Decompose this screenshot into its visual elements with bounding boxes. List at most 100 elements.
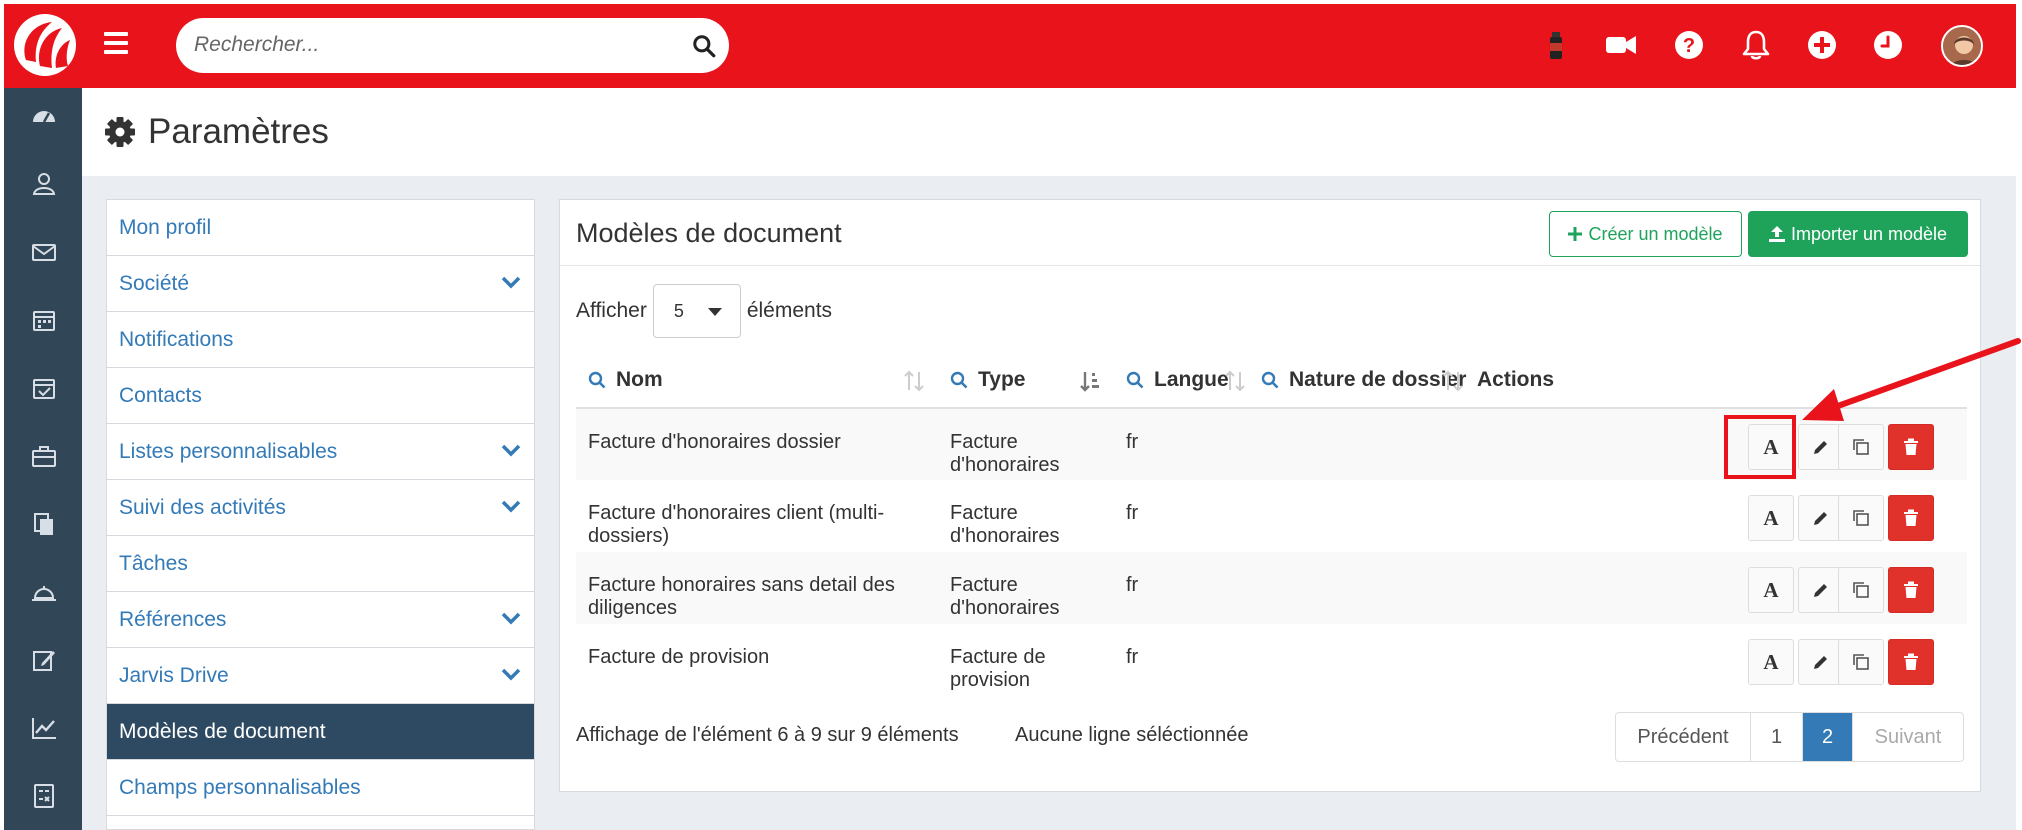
- trash-icon: [1904, 438, 1918, 455]
- menu-item-label: Mon profil: [119, 215, 212, 239]
- calendar-icon[interactable]: [30, 306, 58, 334]
- mail-icon[interactable]: [30, 238, 58, 266]
- calculator-icon[interactable]: [30, 782, 58, 810]
- avatar[interactable]: [1941, 25, 1983, 67]
- sort-icon[interactable]: [904, 370, 924, 392]
- delete-template-button[interactable]: [1888, 495, 1934, 541]
- duplicate-template-button[interactable]: [1838, 495, 1884, 541]
- column-label: Nom: [616, 367, 663, 391]
- menu-item-notifications[interactable]: Notifications: [107, 312, 534, 368]
- column-header-langue[interactable]: Langue: [1114, 352, 1249, 409]
- column-label: Type: [978, 367, 1026, 391]
- cell-type: Facture d'honoraires: [938, 552, 1114, 624]
- menu-item-label: Références: [119, 607, 227, 631]
- sort-icon[interactable]: [1225, 370, 1245, 392]
- menu-item-contacts[interactable]: Contacts: [107, 368, 534, 424]
- menu-item-label: Suivi des activités: [119, 495, 286, 519]
- search-icon: [1126, 371, 1144, 388]
- documents-icon[interactable]: [30, 510, 58, 538]
- pagination-next[interactable]: Suivant: [1853, 713, 1963, 761]
- menu-item-label: Modèles de document: [119, 719, 326, 743]
- document-templates-panel: Modèles de document Créer un modèle Impo…: [559, 199, 1981, 792]
- chevron-down-icon: [501, 500, 521, 513]
- delete-template-button[interactable]: [1888, 567, 1934, 613]
- pagination-page-2[interactable]: 2: [1803, 713, 1853, 761]
- calendar-check-icon[interactable]: [30, 374, 58, 402]
- edit-icon[interactable]: [30, 646, 58, 674]
- logo-icon[interactable]: [12, 12, 78, 78]
- copy-icon: [1853, 582, 1869, 598]
- delete-template-button[interactable]: [1888, 639, 1934, 685]
- column-label: Actions: [1477, 367, 1555, 391]
- help-icon[interactable]: ?: [1672, 28, 1706, 62]
- menu-item-champs-personnalisables[interactable]: Champs personnalisables: [107, 760, 534, 816]
- caret-down-icon: [707, 308, 722, 316]
- duplicate-template-button[interactable]: [1838, 639, 1884, 685]
- plus-icon: [1568, 227, 1583, 241]
- menu-item-societe[interactable]: Société: [107, 256, 534, 312]
- menu-item-suivi-des-activites[interactable]: Suivi des activités: [107, 480, 534, 536]
- duplicate-template-button[interactable]: [1838, 567, 1884, 613]
- menu-item-modeles-de-document[interactable]: Modèles de document: [107, 704, 534, 760]
- bell-icon[interactable]: [1739, 28, 1773, 62]
- gear-icon: [105, 117, 135, 147]
- upload-icon: [1768, 226, 1785, 242]
- search-input[interactable]: [194, 28, 664, 62]
- create-template-button[interactable]: Créer un modèle: [1549, 211, 1742, 257]
- dashboard-icon[interactable]: [30, 102, 58, 130]
- page-length-select[interactable]: 5: [652, 284, 741, 338]
- cell-actions: A: [1467, 552, 1967, 624]
- menu-item-taches[interactable]: Tâches: [107, 536, 534, 592]
- column-header-type[interactable]: Type: [938, 352, 1114, 409]
- menu-item-references[interactable]: Références: [107, 592, 534, 648]
- duplicate-template-button[interactable]: [1838, 424, 1884, 470]
- page-title: Paramètres: [104, 112, 329, 152]
- bottle-icon[interactable]: [1539, 28, 1573, 62]
- table-row[interactable]: Facture d'honoraires client (multi-dossi…: [576, 480, 1967, 552]
- menu-item-mon-profil[interactable]: Mon profil: [107, 200, 534, 256]
- search-icon: [588, 371, 606, 388]
- column-header-nom[interactable]: Nom: [576, 352, 938, 409]
- menu-item-jarvis-drive[interactable]: Jarvis Drive: [107, 648, 534, 704]
- copy-icon: [1853, 510, 1869, 526]
- font-template-button[interactable]: A: [1748, 639, 1794, 685]
- video-camera-icon[interactable]: [1604, 28, 1638, 62]
- show-label: Afficher: [576, 299, 647, 322]
- import-template-button[interactable]: Importer un modèle: [1748, 211, 1968, 257]
- page-header: Paramètres: [82, 88, 2016, 176]
- table-row[interactable]: Facture honoraires sans detail des dilig…: [576, 552, 1967, 624]
- elements-label: éléments: [746, 299, 833, 322]
- menu-toggle-icon[interactable]: [104, 32, 128, 56]
- table-header-row: Nom Type Langue Nature de dossier Action…: [576, 352, 1967, 409]
- search-icon: [1261, 371, 1279, 388]
- cell-nature: [1249, 480, 1467, 552]
- pagination: Précédent 1 2 Suivant: [1615, 712, 1964, 762]
- menu-item-listes-personnalisables[interactable]: Listes personnalisables: [107, 424, 534, 480]
- pagination-previous[interactable]: Précédent: [1616, 713, 1751, 761]
- sort-ascending-icon[interactable]: [1080, 370, 1100, 392]
- font-template-button[interactable]: A: [1748, 567, 1794, 613]
- menu-item-label: Société: [119, 271, 190, 295]
- column-header-nature-de-dossier[interactable]: Nature de dossier: [1249, 352, 1467, 409]
- delete-template-button[interactable]: [1888, 424, 1934, 470]
- plus-circle-icon[interactable]: [1805, 28, 1839, 62]
- chevron-down-icon: [501, 668, 521, 681]
- font-template-button[interactable]: A: [1748, 495, 1794, 541]
- cell-name: Facture de provision: [588, 646, 770, 668]
- chart-icon[interactable]: [30, 714, 58, 742]
- briefcase-icon[interactable]: [30, 442, 58, 470]
- sort-icon[interactable]: [1443, 370, 1463, 392]
- cell-type: Facture de provision: [950, 646, 1046, 691]
- pencil-icon: [1814, 656, 1827, 669]
- search-icon[interactable]: [691, 33, 717, 59]
- cell-actions: A: [1467, 624, 1967, 696]
- clock-icon[interactable]: [1871, 28, 1905, 62]
- column-label: Nature de dossier: [1289, 367, 1467, 391]
- contacts-icon[interactable]: [30, 170, 58, 198]
- pencil-icon: [1814, 584, 1827, 597]
- cell-type: Facture d'honoraires: [950, 502, 1060, 547]
- panel-title: Modèles de document: [576, 218, 842, 248]
- reception-bell-icon[interactable]: [30, 578, 58, 606]
- table-row[interactable]: Facture de provision Facture de provisio…: [576, 624, 1967, 696]
- pagination-page-1[interactable]: 1: [1751, 713, 1803, 761]
